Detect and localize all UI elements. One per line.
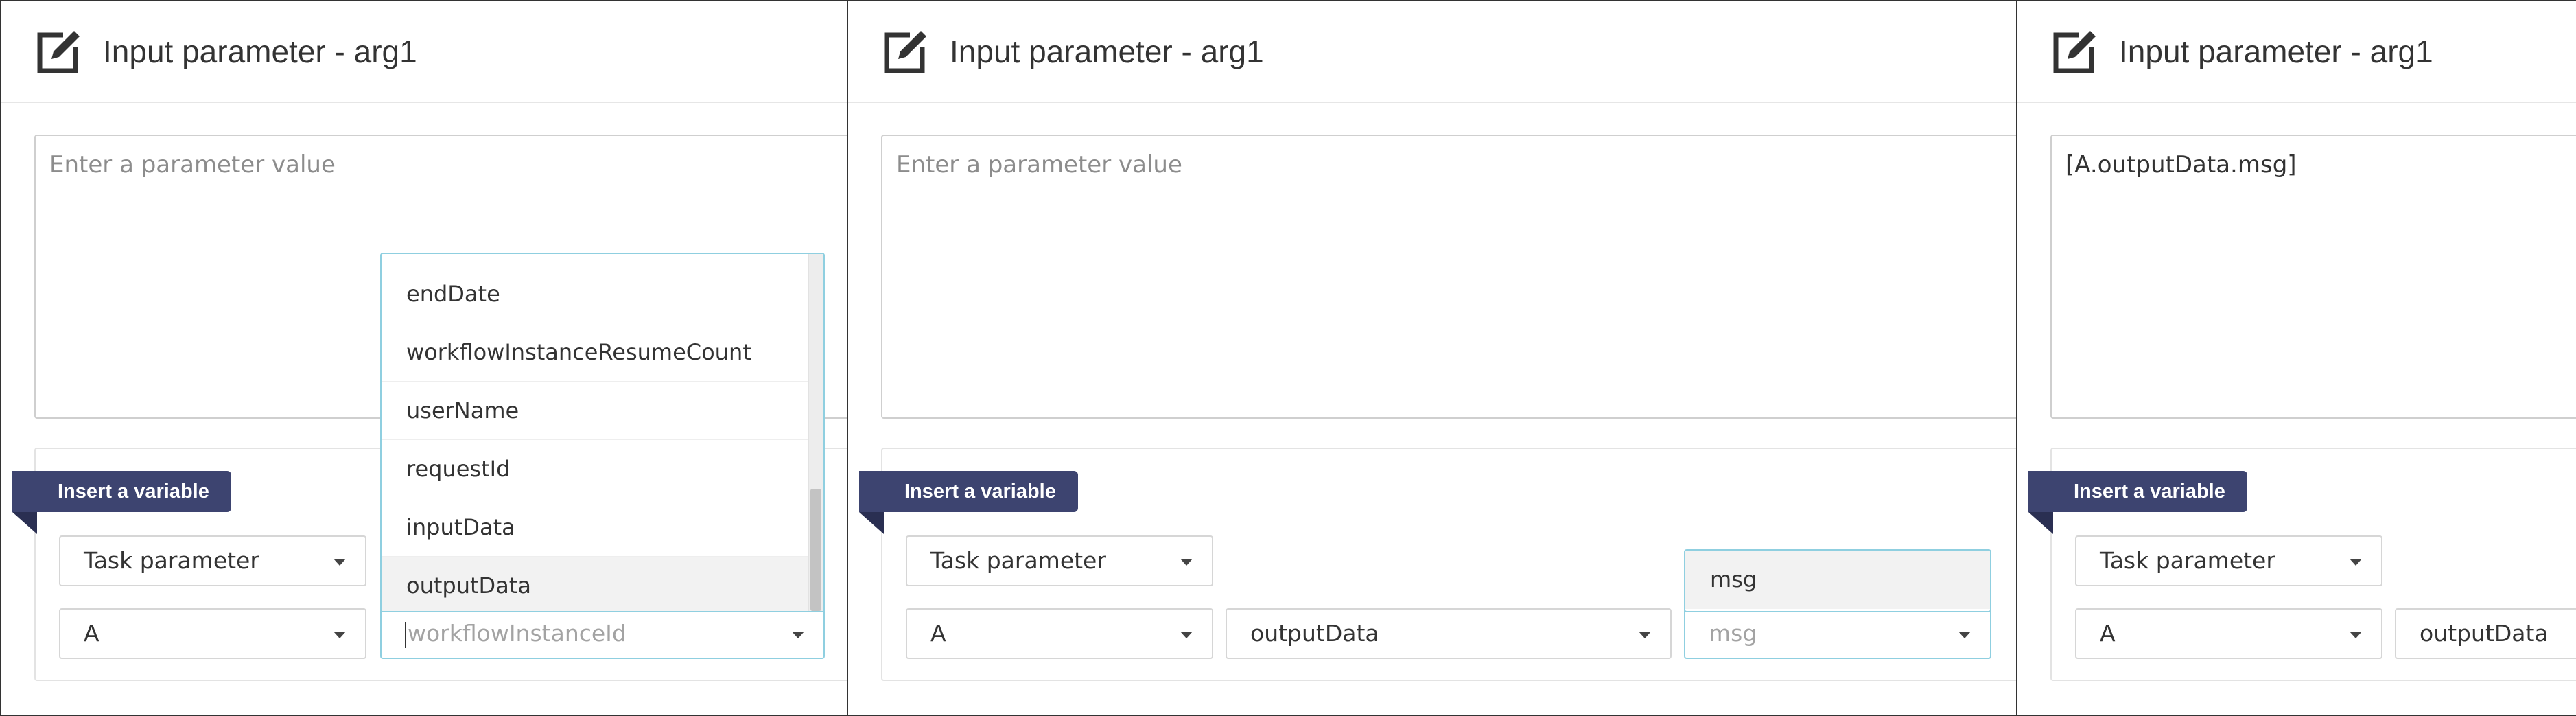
text-cursor bbox=[405, 621, 406, 648]
insert-variable-label: Insert a variable bbox=[2028, 471, 2247, 512]
parameter-value-placeholder: Enter a parameter value bbox=[896, 151, 1182, 178]
parameter-value-placeholder: Enter a parameter value bbox=[49, 151, 336, 178]
task-select-value: A bbox=[2100, 620, 2116, 647]
caret-down-icon bbox=[333, 632, 346, 638]
dropdown-option-inputdata[interactable]: inputData bbox=[382, 498, 823, 557]
task-select-value: A bbox=[84, 620, 99, 647]
insert-variable-label: Insert a variable bbox=[859, 471, 1078, 512]
parameter-value-text: [A.outputData.msg] bbox=[2065, 151, 2297, 178]
input-parameter-dialog-2: Input parameter - arg1 Enter a parameter… bbox=[847, 0, 2017, 716]
dropdown-option-requestid[interactable]: requestId bbox=[382, 440, 823, 498]
dropdown-scrollbar[interactable] bbox=[808, 254, 823, 611]
caret-down-icon bbox=[792, 632, 804, 638]
input-parameter-dialog-3: Input parameter - arg1 [A.outputData.msg… bbox=[2016, 0, 2576, 716]
dropdown-option-outputdata[interactable]: outputData bbox=[382, 557, 823, 611]
input-parameter-dialog-1: Input parameter - arg1 Enter a parameter… bbox=[0, 0, 848, 716]
ribbon-fold bbox=[12, 512, 37, 534]
parameter-value-textarea[interactable]: [A.outputData.msg] bbox=[2050, 135, 2576, 419]
task-select[interactable]: A bbox=[59, 608, 366, 659]
caret-down-icon bbox=[333, 559, 346, 566]
ribbon-fold bbox=[2028, 512, 2053, 534]
dropdown-option-username[interactable]: userName bbox=[382, 382, 823, 440]
caret-down-icon bbox=[1180, 632, 1193, 638]
task-select-value: A bbox=[930, 620, 946, 647]
sub-field-select-placeholder: msg bbox=[1709, 620, 1757, 647]
dropdown-option-enddate[interactable]: endDate bbox=[382, 265, 823, 323]
sub-field-dropdown-menu: msg bbox=[1684, 549, 1991, 612]
dialog-title: Input parameter - arg1 bbox=[950, 34, 1264, 69]
field-dropdown-menu: endDate workflowInstanceResumeCount user… bbox=[380, 253, 825, 612]
scrollbar-thumb[interactable] bbox=[810, 489, 821, 611]
task-select[interactable]: A bbox=[2075, 608, 2382, 659]
variable-type-select[interactable]: Task parameter bbox=[906, 535, 1213, 586]
field-select-input[interactable]: workflowInstanceId bbox=[380, 608, 825, 659]
edit-icon bbox=[37, 31, 80, 73]
field-select[interactable]: outputData bbox=[1226, 608, 1672, 659]
variable-type-value: Task parameter bbox=[84, 547, 259, 574]
parameter-value-textarea[interactable]: Enter a parameter value bbox=[881, 135, 2016, 419]
dialog-header: Input parameter - arg1 bbox=[848, 1, 2016, 103]
caret-down-icon bbox=[2350, 632, 2362, 638]
dialog-title: Input parameter - arg1 bbox=[103, 34, 417, 69]
variable-type-select[interactable]: Task parameter bbox=[2075, 535, 2382, 586]
dropdown-option-msg[interactable]: msg bbox=[1685, 551, 1990, 609]
dropdown-option-workflowinstanceresumecount[interactable]: workflowInstanceResumeCount bbox=[382, 323, 823, 382]
insert-variable-label: Insert a variable bbox=[12, 471, 231, 512]
field-select-value: outputData bbox=[1250, 620, 1379, 647]
caret-down-icon bbox=[1958, 632, 1971, 638]
edit-icon bbox=[2053, 31, 2096, 73]
variable-type-select[interactable]: Task parameter bbox=[59, 535, 366, 586]
dialog-header: Input parameter - arg1 bbox=[1, 1, 847, 103]
variable-type-value: Task parameter bbox=[930, 547, 1106, 574]
sub-field-select-input[interactable]: msg bbox=[1684, 608, 1991, 659]
dialog-title: Input parameter - arg1 bbox=[2119, 34, 2433, 69]
caret-down-icon bbox=[2350, 559, 2362, 566]
ribbon-fold bbox=[859, 512, 884, 534]
dialog-header: Input parameter - arg1 bbox=[2017, 1, 2576, 103]
task-select[interactable]: A bbox=[906, 608, 1213, 659]
caret-down-icon bbox=[1639, 632, 1651, 638]
field-select[interactable]: outputData bbox=[2395, 608, 2576, 659]
caret-down-icon bbox=[1180, 559, 1193, 566]
variable-type-value: Task parameter bbox=[2100, 547, 2275, 574]
field-select-placeholder: workflowInstanceId bbox=[408, 620, 627, 647]
edit-icon bbox=[884, 31, 926, 73]
field-select-value: outputData bbox=[2420, 620, 2549, 647]
